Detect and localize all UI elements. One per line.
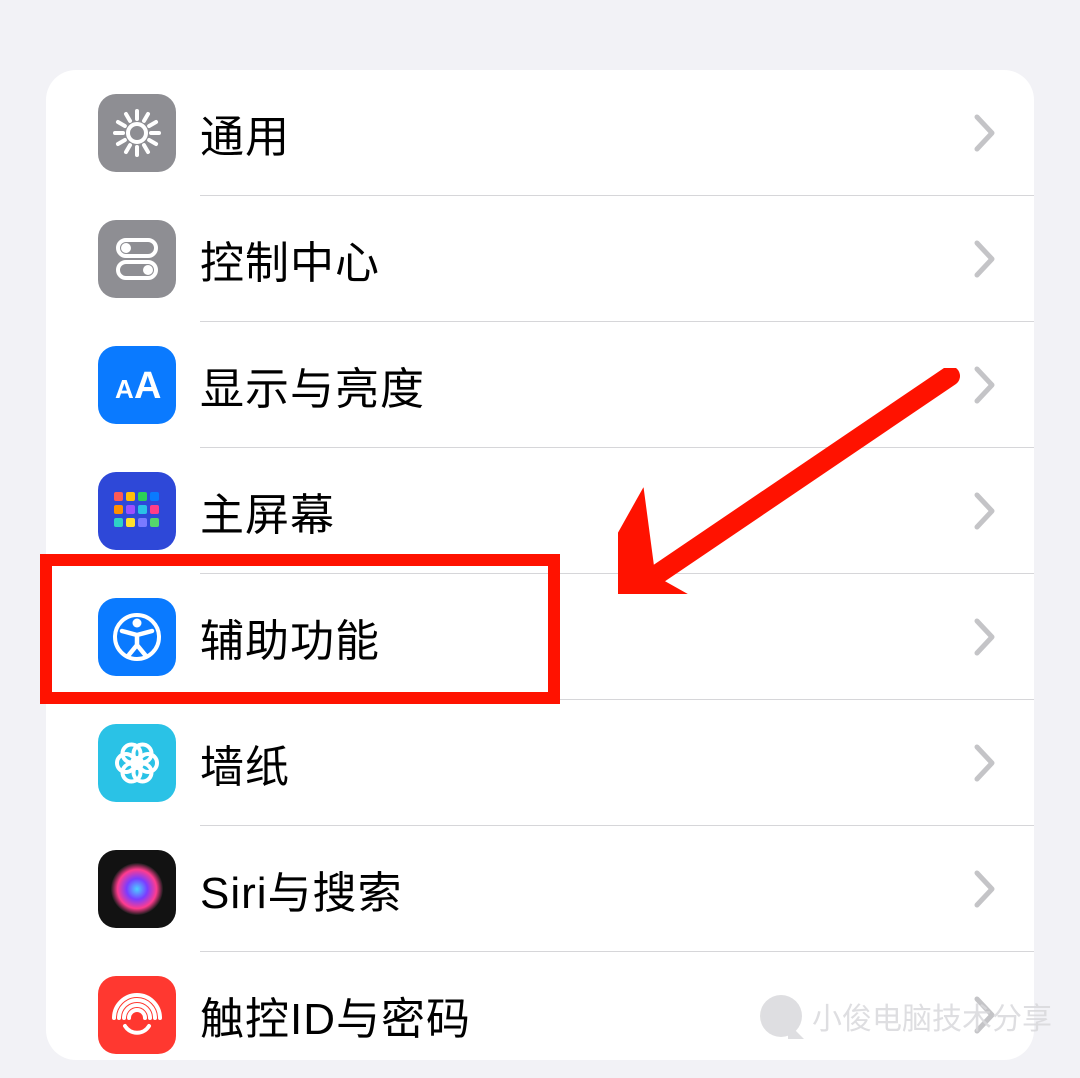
watermark: 小俊电脑技术分享 — [760, 994, 1052, 1038]
settings-item-label: 辅助功能 — [200, 605, 380, 669]
settings-panel: 通用 控制中心 AA 显示与亮度主屏幕辅助功能墙纸 Siri与搜索触控ID与密码 — [46, 70, 1034, 1060]
chevron-right-icon — [974, 366, 996, 404]
settings-list: 通用 控制中心 AA 显示与亮度主屏幕辅助功能墙纸 Siri与搜索触控ID与密码 — [46, 70, 1034, 1078]
settings-item-label: 显示与亮度 — [200, 353, 425, 417]
settings-item-label: 控制中心 — [200, 227, 380, 291]
gear-icon — [98, 94, 176, 172]
wechat-icon — [760, 995, 802, 1037]
text-icon: AA — [98, 346, 176, 424]
settings-item-label: Siri与搜索 — [200, 857, 403, 921]
settings-item-label: 墙纸 — [200, 731, 290, 795]
settings-item-siri[interactable]: Siri与搜索 — [46, 826, 1034, 952]
settings-item-control_center[interactable]: 控制中心 — [46, 196, 1034, 322]
chevron-right-icon — [974, 114, 996, 152]
flower-icon — [98, 724, 176, 802]
chevron-right-icon — [974, 870, 996, 908]
svg-text:A: A — [134, 365, 161, 407]
toggles-icon — [98, 220, 176, 298]
settings-item-label: 通用 — [200, 101, 290, 165]
settings-item-label: 触控ID与密码 — [200, 983, 471, 1047]
settings-item-general[interactable]: 通用 — [46, 70, 1034, 196]
settings-item-display[interactable]: AA 显示与亮度 — [46, 322, 1034, 448]
chevron-right-icon — [974, 744, 996, 782]
settings-item-wallpaper[interactable]: 墙纸 — [46, 700, 1034, 826]
svg-text:A: A — [115, 374, 134, 404]
settings-item-home_screen[interactable]: 主屏幕 — [46, 448, 1034, 574]
chevron-right-icon — [974, 492, 996, 530]
settings-item-label: 主屏幕 — [200, 479, 335, 543]
grid-icon — [98, 472, 176, 550]
fingerprint-icon — [98, 976, 176, 1054]
chevron-right-icon — [974, 240, 996, 278]
siri-icon — [98, 850, 176, 928]
settings-item-accessibility[interactable]: 辅助功能 — [46, 574, 1034, 700]
watermark-text: 小俊电脑技术分享 — [812, 994, 1052, 1038]
chevron-right-icon — [974, 618, 996, 656]
accessibility-icon — [98, 598, 176, 676]
